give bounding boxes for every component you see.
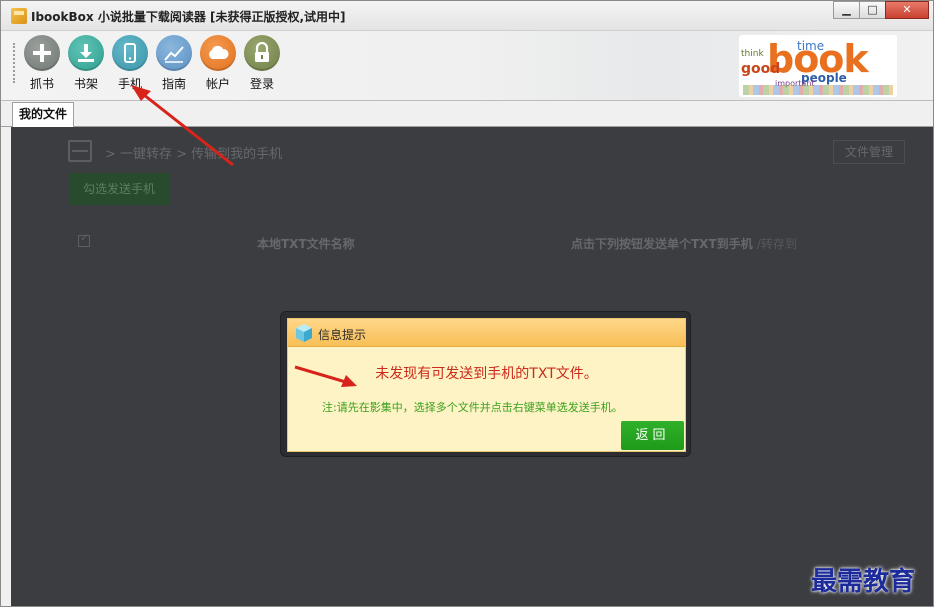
cube-icon [296,324,312,342]
breadcrumb: > 一键转存 > 传输到我的手机 [105,147,283,162]
home-icon[interactable] [68,140,92,162]
toolbar: 抓书 书架 手机 指南 帐户 登录 think time book good p… [1,31,933,101]
plus-icon [24,35,60,71]
dialog-message: 未发现有可发送到手机的TXT文件。 [375,366,598,382]
dialog-note: 注:请先在影集中，选择多个文件并点击右键菜单选发送手机。 [322,401,623,414]
minimize-button[interactable]: ▁ [833,1,860,19]
window-controls: ▁ □ ✕ [833,1,929,19]
toolbar-grip[interactable] [13,43,16,83]
watermark: 最需教育 [811,567,916,597]
logo-word-texture [743,85,893,95]
close-button[interactable]: ✕ [885,1,929,19]
info-dialog-body: 信息提示 未发现有可发送到手机的TXT文件。 注:请先在影集中，选择多个文件并点… [287,318,686,452]
phone-button[interactable]: 手机 [110,35,150,92]
tab-my-files[interactable]: 我的文件 [12,102,74,127]
account-button[interactable]: 帐户 [198,35,238,92]
maximize-button[interactable]: □ [859,1,886,19]
bookshelf-label: 书架 [73,77,98,91]
login-label: 登录 [249,77,274,91]
guide-button[interactable]: 指南 [154,35,194,92]
dialog-title: 信息提示 [318,328,367,342]
lock-icon [244,35,280,71]
column-header-action: 点击下列按钮发送单个TXT到手机 /转存到 [571,235,797,252]
tab-strip: 我的文件 [1,101,933,127]
info-dialog: 信息提示 未发现有可发送到手机的TXT文件。 注:请先在影集中，选择多个文件并点… [280,311,691,457]
dialog-header: 信息提示 [288,319,685,347]
grab-book-label: 抓书 [29,77,54,91]
book-word-cloud-logo: think time book good people important [739,35,897,97]
grab-book-button[interactable]: 抓书 [22,35,62,92]
account-label: 帐户 [205,77,230,91]
select-all-checkbox[interactable] [78,233,90,247]
bookshelf-button[interactable]: 书架 [66,35,106,92]
login-button[interactable]: 登录 [242,35,282,92]
send-to-phone-button[interactable]: 勾选发送手机 [69,173,169,205]
column-header-filename: 本地TXT文件名称 [257,237,355,251]
title-bar: IbookBox 小说批量下载阅读器 [未获得正版授权,试用中] ▁ □ ✕ [1,1,933,31]
cloud-icon [200,35,236,71]
guide-label: 指南 [161,77,186,91]
chart-icon [156,35,192,71]
window-title: IbookBox 小说批量下载阅读器 [未获得正版授权,试用中] [31,10,346,24]
phone-label: 手机 [117,77,142,91]
app-window: IbookBox 小说批量下载阅读器 [未获得正版授权,试用中] ▁ □ ✕ 抓… [0,0,934,607]
back-button[interactable]: 返回 [621,421,684,450]
download-icon [68,35,104,71]
file-management-button[interactable]: 文件管理 [833,140,905,164]
app-logo-icon [11,8,27,24]
column-header-action-tail: /转存到 [756,237,797,251]
column-header-action-text: 点击下列按钮发送单个TXT到手机 [571,237,753,251]
phone-icon [112,35,148,71]
